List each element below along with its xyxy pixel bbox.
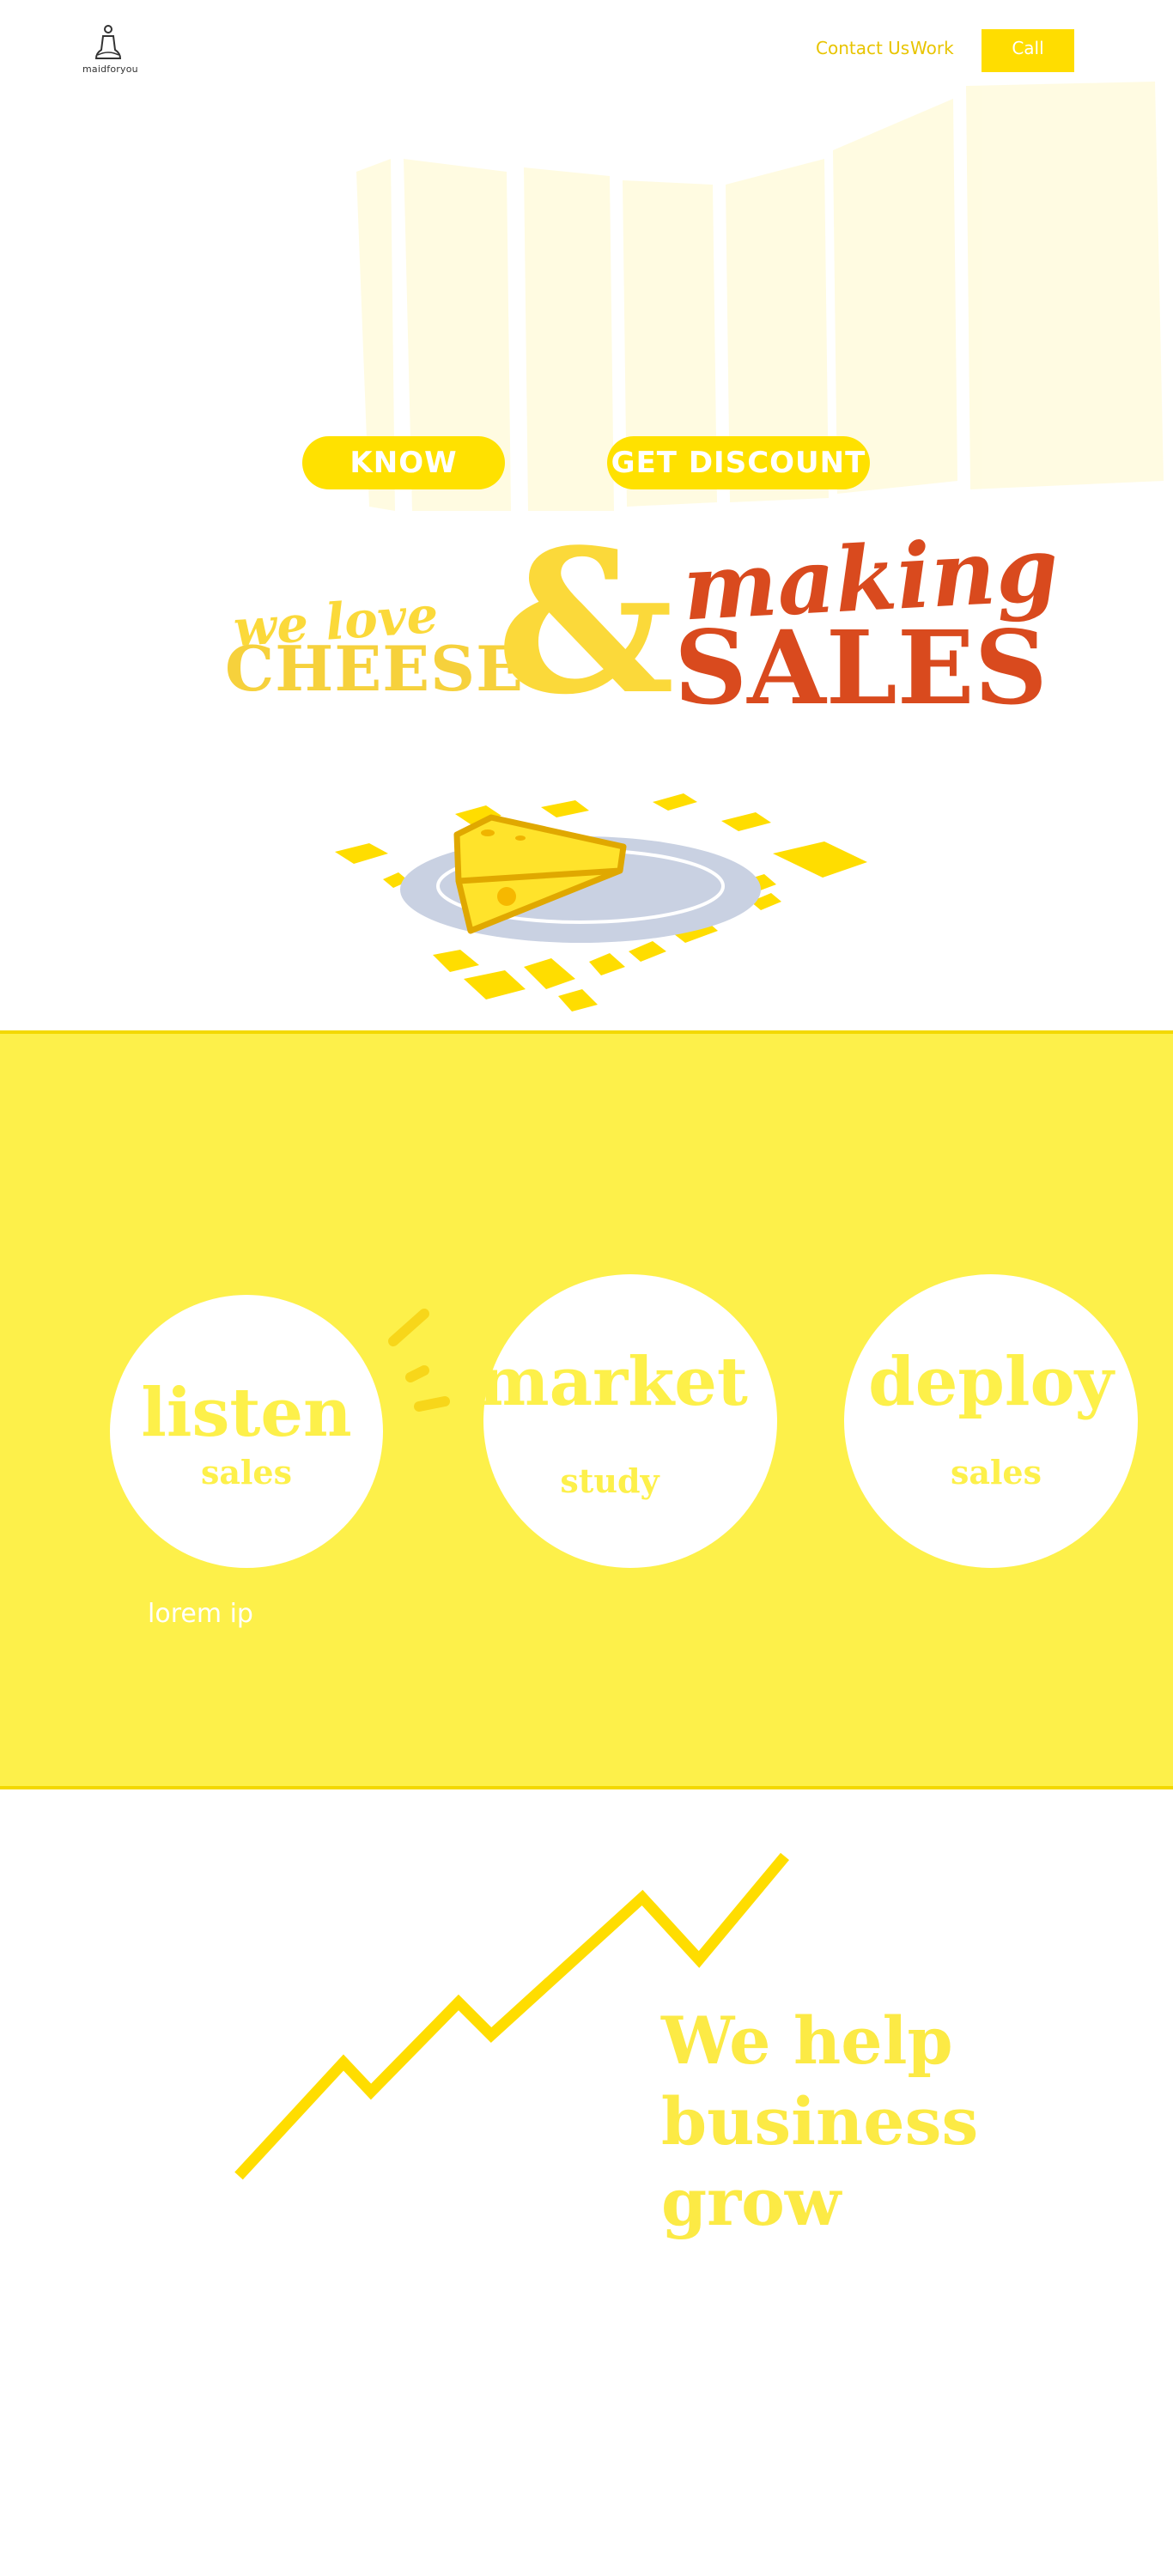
step-title: listen bbox=[141, 1374, 352, 1452]
band-text: lorem ip bbox=[148, 1599, 253, 1629]
step-listen-card: listen sales bbox=[110, 1295, 383, 1568]
motion-dash-icon bbox=[388, 1309, 450, 1412]
call-button[interactable]: Call bbox=[982, 29, 1074, 72]
slogan-ampersand: & bbox=[496, 507, 675, 738]
get-discount-button[interactable]: GET DISCOUNT bbox=[607, 436, 870, 489]
know-button[interactable]: KNOW bbox=[302, 436, 505, 489]
nav-work-link[interactable]: Work bbox=[910, 38, 954, 58]
step-subtitle: study bbox=[560, 1461, 659, 1500]
growth-heading-line1: We help bbox=[661, 2002, 953, 2079]
step-subtitle: sales bbox=[200, 1453, 293, 1492]
bell-logo-icon bbox=[94, 25, 122, 59]
logo[interactable]: maidforyou bbox=[82, 24, 138, 77]
growth-heading: We help business grow bbox=[661, 2001, 1173, 2243]
step-title: market bbox=[478, 1343, 748, 1421]
growth-heading-line2: business grow bbox=[661, 2083, 979, 2240]
nav-contact-link[interactable]: Contact Us bbox=[816, 38, 909, 58]
step-market-card: market study bbox=[478, 1274, 777, 1568]
slogan-cheese: CHEESE bbox=[225, 632, 524, 705]
slogan-sales: SALES bbox=[674, 608, 1048, 727]
cheese-plate-illustration bbox=[335, 793, 867, 1012]
logo-text: maidforyou bbox=[82, 64, 138, 75]
step-subtitle: sales bbox=[950, 1453, 1042, 1492]
step-deploy-card: deploy sales bbox=[844, 1274, 1138, 1568]
step-title: deploy bbox=[868, 1343, 1114, 1421]
